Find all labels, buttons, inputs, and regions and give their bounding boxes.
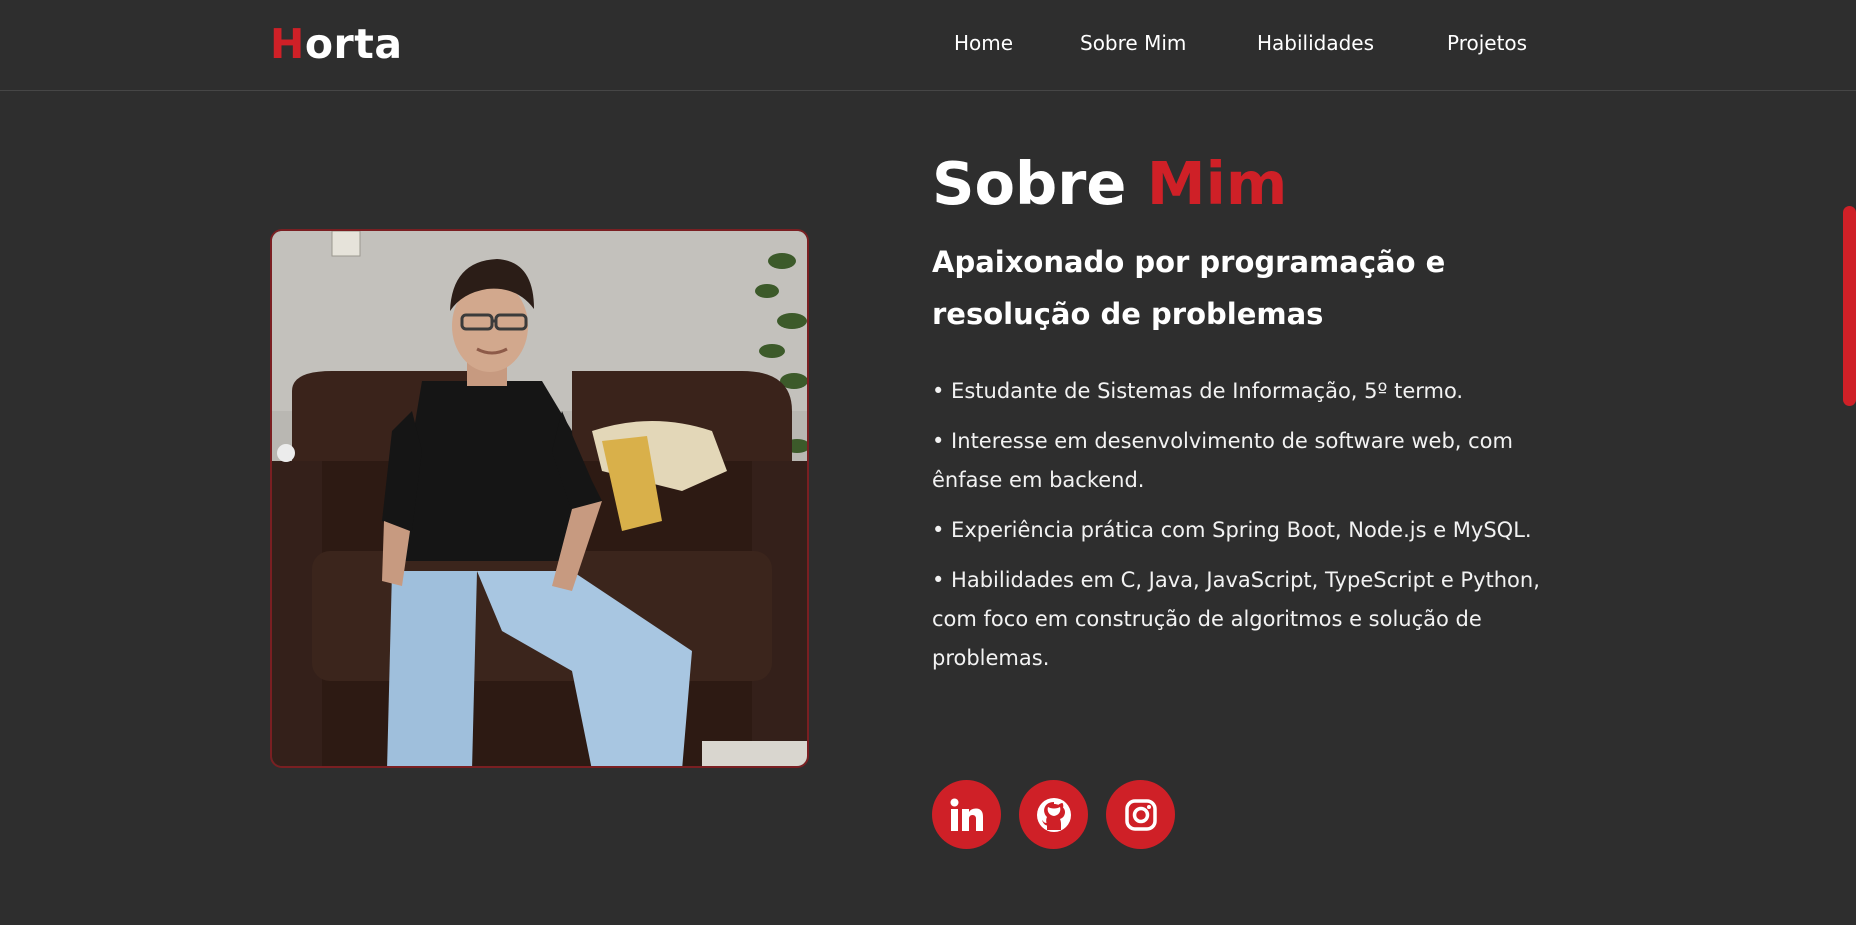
about-bullet-list: • Estudante de Sistemas de Informação, 5… (932, 372, 1552, 689)
about-bullet: • Habilidades em C, Java, JavaScript, Ty… (932, 568, 1540, 670)
logo-text: orta (304, 20, 403, 68)
portfolio-page: Horta Home Sobre Mim Habilidades Projeto… (0, 0, 1856, 925)
nav-projetos[interactable]: Projetos (1447, 28, 1527, 58)
instagram-icon (1124, 798, 1157, 831)
logo-initial: H (270, 20, 305, 68)
about-bullet: • Experiência prática com Spring Boot, N… (932, 518, 1532, 542)
nav-home[interactable]: Home (954, 28, 1013, 58)
scrollbar-thumb[interactable] (1843, 206, 1856, 406)
profile-photo (270, 229, 809, 768)
about-bullet: • Estudante de Sistemas de Informação, 5… (932, 379, 1464, 403)
nav-sobre-mim[interactable]: Sobre Mim (1080, 28, 1186, 58)
linkedin-button[interactable] (932, 780, 1001, 849)
about-subtitle: Apaixonado por programação e resolução d… (932, 245, 1446, 331)
linkedin-icon (950, 798, 983, 831)
github-button[interactable] (1019, 780, 1088, 849)
instagram-button[interactable] (1106, 780, 1175, 849)
site-header: Horta Home Sobre Mim Habilidades Projeto… (0, 0, 1856, 91)
about-title-main: Sobre (932, 149, 1127, 218)
github-icon (1036, 797, 1071, 832)
about-title: Sobre Mim (932, 148, 1287, 220)
nav-habilidades[interactable]: Habilidades (1257, 28, 1374, 58)
profile-photo-illustration (272, 231, 807, 766)
social-links (932, 780, 1175, 849)
about-bullet: • Interesse em desenvolvimento de softwa… (932, 429, 1513, 492)
about-title-accent: Mim (1146, 149, 1288, 218)
site-logo[interactable]: Horta (270, 20, 402, 68)
